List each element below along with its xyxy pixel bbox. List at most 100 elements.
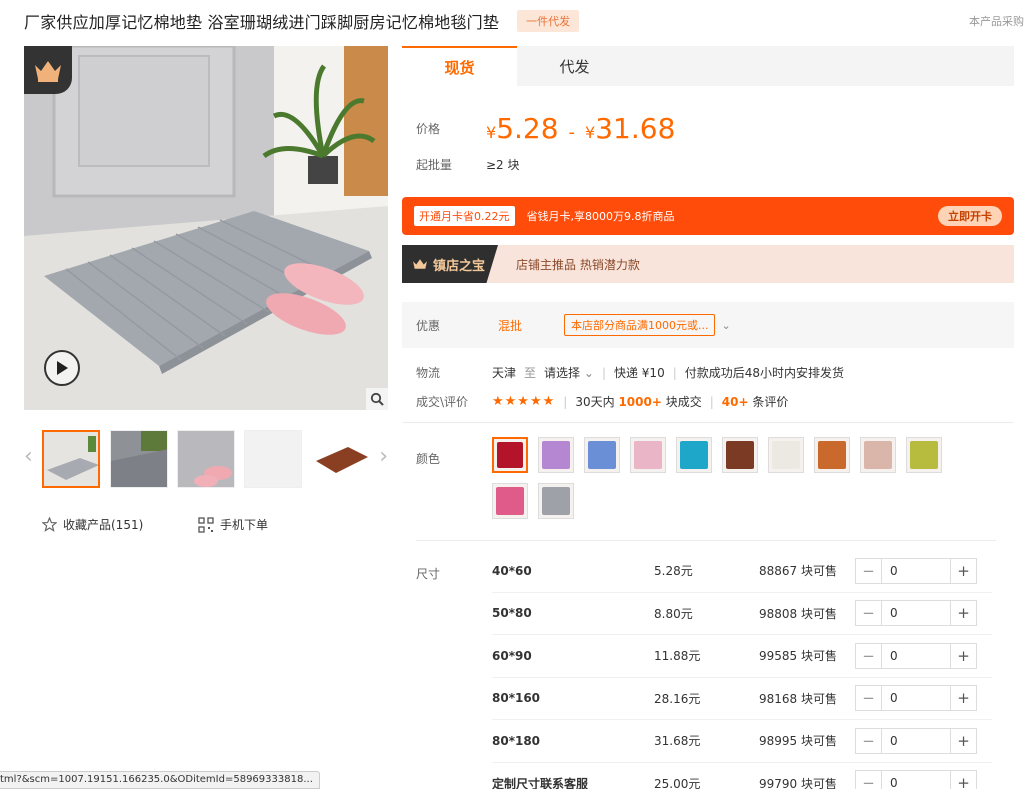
quantity-stepper: −0 + — [855, 685, 977, 712]
thumb-photo — [312, 431, 368, 487]
minus-button[interactable]: − — [856, 558, 882, 583]
zoom-button[interactable] — [366, 388, 388, 410]
store-text: 店铺主推品 热销潜力款 — [516, 257, 640, 272]
plus-button[interactable]: + — [950, 771, 976, 789]
quantity-input[interactable]: 0 — [882, 776, 950, 789]
swatch-thumbnail — [497, 442, 523, 468]
play-icon — [57, 361, 68, 375]
thumb-photo — [111, 431, 167, 487]
currency-symbol: ¥ — [486, 123, 497, 142]
quantity-stepper: −0 + — [855, 600, 977, 627]
size-stock: 99585 块可售 — [759, 649, 837, 664]
browser-status-bar: tml?&scm=1007.19151.166235.0&ODitemId=58… — [0, 771, 320, 789]
monthly-card-promo[interactable]: 开通月卡省0.22元 省钱月卡,享8000万9.8折商品 立即开卡 — [402, 197, 1014, 235]
price-row: 价格 ¥5.28- ¥31.68 — [416, 112, 675, 145]
size-label: 尺寸 — [416, 567, 441, 581]
divider: | — [709, 394, 714, 409]
color-swatch[interactable] — [814, 437, 850, 473]
moq-row: 起批量 ≥2 块 — [416, 156, 520, 173]
purchase-note: 本产品采购 — [969, 15, 1024, 28]
divider: | — [672, 365, 677, 380]
tab-dropship[interactable]: 代发 — [517, 46, 632, 86]
express-fee: 快递 ¥10 — [613, 366, 665, 380]
thumbnail-3[interactable] — [177, 430, 235, 488]
color-swatch[interactable] — [768, 437, 804, 473]
plus-button[interactable]: + — [950, 601, 976, 626]
thumbnail-4[interactable] — [244, 430, 302, 488]
swatch-thumbnail — [496, 487, 524, 515]
review-count[interactable]: 40+ — [722, 395, 749, 409]
color-swatch[interactable] — [630, 437, 666, 473]
quantity-input[interactable]: 0 — [882, 691, 950, 705]
color-swatch[interactable] — [722, 437, 758, 473]
minus-button[interactable]: − — [856, 686, 882, 711]
plus-button[interactable]: + — [950, 643, 976, 668]
plus-button[interactable]: + — [950, 728, 976, 753]
color-swatch[interactable] — [538, 483, 574, 519]
thumbnail-2[interactable] — [110, 430, 168, 488]
chevron-down-icon[interactable]: ⌄ — [721, 319, 730, 332]
size-row: 80*160 28.16元 98168 块可售 −0 + — [492, 678, 992, 720]
price-min: 5.28 — [496, 112, 559, 145]
size-stock: 98808 块可售 — [759, 606, 837, 621]
discount-row: 优惠 混批 本店部分商品满1000元或... ⌄ — [402, 302, 1014, 348]
play-video-button[interactable] — [44, 350, 80, 386]
size-name: 80*160 — [492, 691, 541, 706]
size-name: 60*90 — [492, 648, 532, 663]
open-card-button[interactable]: 立即开卡 — [938, 206, 1002, 226]
size-price: 8.80元 — [654, 606, 693, 621]
plus-button[interactable]: + — [950, 686, 976, 711]
sales-prefix: 30天内 — [575, 395, 615, 409]
color-swatch[interactable] — [860, 437, 896, 473]
minus-button[interactable]: − — [856, 771, 882, 789]
quantity-stepper: −0 + — [855, 642, 977, 669]
sales-review-label: 成交\评价 — [416, 395, 469, 409]
color-swatch[interactable] — [538, 437, 574, 473]
tab-in-stock[interactable]: 现货 — [402, 46, 517, 86]
sales-count[interactable]: 1000+ — [618, 395, 661, 409]
ship-note: 付款成功后48小时内安排发货 — [684, 366, 845, 380]
thumb-next-arrow-icon[interactable]: › — [379, 444, 388, 469]
size-name: 定制尺寸联系客服 — [492, 776, 589, 789]
color-swatch[interactable] — [492, 483, 528, 519]
minus-button[interactable]: − — [856, 643, 882, 668]
quantity-input[interactable]: 0 — [882, 734, 950, 748]
chevron-down-icon: ⌄ — [583, 366, 594, 380]
thumbnail-1[interactable] — [42, 430, 100, 488]
thumb-photo — [44, 432, 98, 486]
size-row: 40*60 5.28元 88867 块可售 −0 + — [492, 550, 992, 593]
minus-button[interactable]: − — [856, 601, 882, 626]
coupon-tag[interactable]: 本店部分商品满1000元或... — [564, 314, 716, 336]
color-swatch[interactable] — [906, 437, 942, 473]
quantity-input[interactable]: 0 — [882, 606, 950, 620]
promo-tag: 开通月卡省0.22元 — [414, 206, 515, 226]
size-row: 60*90 11.88元 99585 块可售 −0 + — [492, 635, 992, 678]
color-swatch[interactable] — [492, 437, 528, 473]
color-swatches — [492, 437, 962, 519]
main-product-image[interactable] — [24, 46, 388, 410]
swatch-thumbnail — [864, 441, 892, 469]
quantity-stepper: −0 + — [855, 727, 977, 754]
mixed-batch-label: 混批 — [498, 318, 523, 333]
swatch-thumbnail — [542, 441, 570, 469]
swatch-thumbnail — [726, 441, 754, 469]
thumb-prev-arrow-icon[interactable]: ‹ — [24, 444, 33, 469]
size-name: 40*60 — [492, 563, 532, 578]
swatch-thumbnail — [588, 441, 616, 469]
favorite-product[interactable]: 收藏产品(151) — [42, 516, 143, 533]
swatch-thumbnail — [634, 441, 662, 469]
store-badge-label: 镇店之宝 — [433, 258, 486, 274]
color-swatch[interactable] — [584, 437, 620, 473]
thumbnail-5[interactable] — [311, 430, 369, 488]
minus-button[interactable]: − — [856, 728, 882, 753]
color-swatch[interactable] — [676, 437, 712, 473]
swatch-thumbnail — [818, 441, 846, 469]
divider: | — [601, 365, 606, 380]
plus-button[interactable]: + — [950, 558, 976, 583]
destination-select[interactable]: 请选择 ⌄ — [544, 364, 594, 381]
size-price: 25.00元 — [654, 776, 701, 789]
mobile-order[interactable]: 手机下单 — [198, 516, 268, 533]
quantity-input[interactable]: 0 — [882, 649, 950, 663]
quantity-input[interactable]: 0 — [882, 564, 950, 578]
product-photo — [24, 46, 388, 410]
